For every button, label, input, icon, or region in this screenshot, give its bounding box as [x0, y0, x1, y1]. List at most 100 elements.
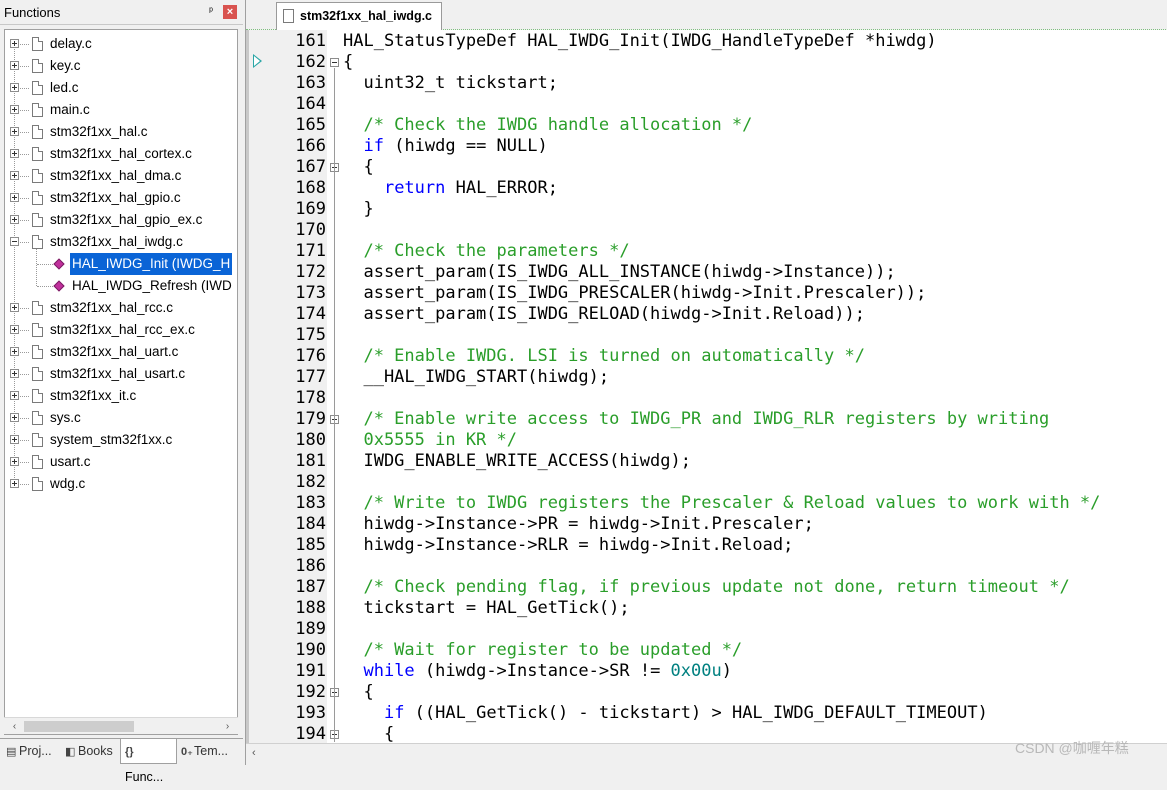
pin-icon[interactable]: ᵖ: [205, 6, 217, 18]
code-line[interactable]: 162 {: [246, 52, 1167, 73]
tab-stm32f1xx-hal-iwdg[interactable]: stm32f1xx_hal_iwdg.c: [276, 2, 442, 30]
code-line[interactable]: 167 {: [246, 157, 1167, 178]
code-line[interactable]: 177 __HAL_IWDG_START(hiwdg);: [246, 367, 1167, 388]
code-line[interactable]: 186: [246, 556, 1167, 577]
code-line[interactable]: 171 /* Check the parameters */: [246, 241, 1167, 262]
tree-file-item[interactable]: stm32f1xx_it.c: [5, 385, 237, 407]
code-line[interactable]: 170: [246, 220, 1167, 241]
line-number: 180: [295, 430, 326, 450]
line-number: 165: [295, 115, 326, 135]
scrollbar-thumb[interactable]: [24, 721, 134, 732]
expand-icon[interactable]: [10, 149, 19, 158]
tree-file-item[interactable]: stm32f1xx_hal_gpio.c: [5, 187, 237, 209]
tree-file-item[interactable]: main.c: [5, 99, 237, 121]
code-text: {: [343, 157, 373, 178]
tree-file-item[interactable]: stm32f1xx_hal.c: [5, 121, 237, 143]
tree-horizontal-scrollbar[interactable]: ‹ ›: [4, 717, 238, 734]
code-line[interactable]: 165 /* Check the IWDG handle allocation …: [246, 115, 1167, 136]
expand-icon[interactable]: [10, 215, 19, 224]
tree-file-item[interactable]: usart.c: [5, 451, 237, 473]
code-line[interactable]: 174 assert_param(IS_IWDG_RELOAD(hiwdg->I…: [246, 304, 1167, 325]
code-line[interactable]: 183 /* Write to IWDG registers the Presc…: [246, 493, 1167, 514]
line-number: 191: [295, 661, 326, 681]
tree-item-label: stm32f1xx_hal_usart.c: [50, 366, 186, 381]
expand-icon[interactable]: [10, 39, 19, 48]
code-line[interactable]: 190 /* Wait for register to be updated *…: [246, 640, 1167, 661]
expand-icon[interactable]: [10, 479, 19, 488]
code-line[interactable]: 172 assert_param(IS_IWDG_ALL_INSTANCE(hi…: [246, 262, 1167, 283]
tree-file-item[interactable]: system_stm32f1xx.c: [5, 429, 237, 451]
tree-file-item[interactable]: delay.c: [5, 33, 237, 55]
expand-icon[interactable]: [10, 83, 19, 92]
code-comment: /* Enable IWDG. LSI is turned on automat…: [343, 346, 865, 366]
code-line[interactable]: 189: [246, 619, 1167, 640]
panel-tab-func[interactable]: {} Func...: [120, 739, 177, 784]
expand-icon[interactable]: [10, 457, 19, 466]
code-line[interactable]: 163 uint32_t tickstart;: [246, 73, 1167, 94]
code-area[interactable]: 161 HAL_StatusTypeDef HAL_IWDG_Init(IWDG_…: [246, 31, 1167, 743]
code-line[interactable]: 188 tickstart = HAL_GetTick();: [246, 598, 1167, 619]
code-line[interactable]: 187 /* Check pending flag, if previous u…: [246, 577, 1167, 598]
code-line[interactable]: 182: [246, 472, 1167, 493]
code-line[interactable]: 181 IWDG_ENABLE_WRITE_ACCESS(hiwdg);: [246, 451, 1167, 472]
expand-icon[interactable]: [10, 193, 19, 202]
code-line[interactable]: 184 hiwdg->Instance->PR = hiwdg->Init.Pr…: [246, 514, 1167, 535]
tree-function-item[interactable]: HAL_IWDG_Refresh (IWD: [5, 275, 237, 297]
code-line[interactable]: 164: [246, 94, 1167, 115]
code-line[interactable]: 176 /* Enable IWDG. LSI is turned on aut…: [246, 346, 1167, 367]
code-token: ): [721, 661, 732, 681]
tree-file-item[interactable]: key.c: [5, 55, 237, 77]
code-editor[interactable]: stm32f1xx_hal_iwdg.c 161 HAL_StatusTypeDe…: [245, 0, 1167, 765]
tree-file-item[interactable]: stm32f1xx_hal_rcc.c: [5, 297, 237, 319]
tree-file-item[interactable]: stm32f1xx_hal_gpio_ex.c: [5, 209, 237, 231]
tree-file-item[interactable]: led.c: [5, 77, 237, 99]
code-line[interactable]: 180 0x5555 in KR */: [246, 430, 1167, 451]
code-line[interactable]: 193 if ((HAL_GetTick() - tickstart) > HA…: [246, 703, 1167, 724]
code-line[interactable]: 191 while (hiwdg->Instance->SR != 0x00u): [246, 661, 1167, 682]
tree-file-item[interactable]: stm32f1xx_hal_iwdg.c: [5, 231, 237, 253]
fold-collapse-icon[interactable]: [330, 58, 339, 67]
expand-icon[interactable]: [10, 435, 19, 444]
tree-function-item[interactable]: HAL_IWDG_Init (IWDG_H: [5, 253, 237, 275]
tree-file-item[interactable]: stm32f1xx_hal_cortex.c: [5, 143, 237, 165]
line-number: 193: [295, 703, 326, 723]
close-icon[interactable]: ×: [223, 5, 237, 19]
scroll-right-arrow-icon[interactable]: ›: [219, 718, 236, 735]
tree-file-item[interactable]: wdg.c: [5, 473, 237, 495]
code-token: assert_param(IS_IWDG_RELOAD(hiwdg->Init.…: [343, 304, 865, 324]
expand-icon[interactable]: [10, 369, 19, 378]
code-line[interactable]: 175: [246, 325, 1167, 346]
code-line[interactable]: 169 }: [246, 199, 1167, 220]
code-text: assert_param(IS_IWDG_ALL_INSTANCE(hiwdg-…: [343, 262, 895, 283]
expand-icon[interactable]: [10, 61, 19, 70]
code-line[interactable]: 178: [246, 388, 1167, 409]
expand-icon[interactable]: [10, 127, 19, 136]
tree-file-item[interactable]: stm32f1xx_hal_dma.c: [5, 165, 237, 187]
expand-icon[interactable]: [10, 303, 19, 312]
code-line[interactable]: 168 return HAL_ERROR;: [246, 178, 1167, 199]
scroll-left-arrow-icon[interactable]: ‹: [6, 718, 23, 735]
expand-icon[interactable]: [10, 171, 19, 180]
expand-icon[interactable]: [10, 347, 19, 356]
expand-icon[interactable]: [10, 413, 19, 422]
panel-tab-proj[interactable]: ▤ Proj...: [2, 739, 60, 764]
tree-file-item[interactable]: sys.c: [5, 407, 237, 429]
tree-file-item[interactable]: stm32f1xx_hal_rcc_ex.c: [5, 319, 237, 341]
collapse-icon[interactable]: [10, 237, 19, 246]
code-line[interactable]: 173 assert_param(IS_IWDG_PRESCALER(hiwdg…: [246, 283, 1167, 304]
code-line[interactable]: 161 HAL_StatusTypeDef HAL_IWDG_Init(IWDG_…: [246, 31, 1167, 52]
code-line[interactable]: 166 if (hiwdg == NULL): [246, 136, 1167, 157]
code-line[interactable]: 179 /* Enable write access to IWDG_PR an…: [246, 409, 1167, 430]
tree-file-item[interactable]: stm32f1xx_hal_usart.c: [5, 363, 237, 385]
panel-tab-books[interactable]: ◧ Books: [61, 739, 119, 764]
functions-tree[interactable]: delay.c key.c led.c main.c stm32f1xx_hal.c st…: [4, 29, 238, 735]
expand-icon[interactable]: [10, 105, 19, 114]
scroll-left-arrow-icon[interactable]: ‹: [252, 747, 256, 759]
expand-icon[interactable]: [10, 325, 19, 334]
expand-icon[interactable]: [10, 391, 19, 400]
line-number: 192: [295, 682, 326, 702]
panel-tab-tem[interactable]: 0₊Tem...: [177, 739, 239, 764]
code-line[interactable]: 185 hiwdg->Instance->RLR = hiwdg->Init.R…: [246, 535, 1167, 556]
tree-file-item[interactable]: stm32f1xx_hal_uart.c: [5, 341, 237, 363]
code-line[interactable]: 192 {: [246, 682, 1167, 703]
